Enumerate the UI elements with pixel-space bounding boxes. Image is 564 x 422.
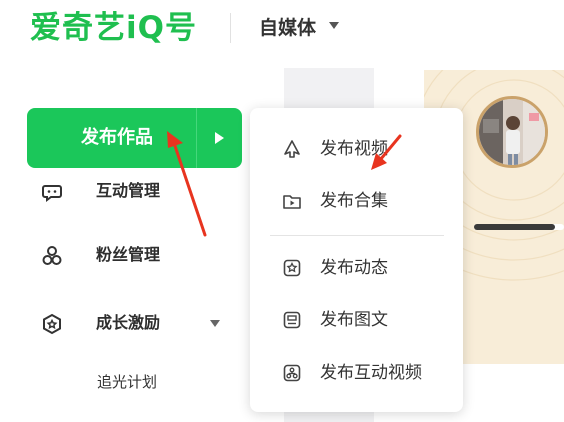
play-arrow-icon[interactable] [215, 132, 224, 144]
menu-item-publish-article[interactable]: 发布图文 [250, 300, 463, 340]
menu-item-label: 发布互动视频 [320, 363, 422, 383]
media-type-selector[interactable]: 自媒体 [259, 16, 316, 40]
badge-icon [40, 312, 64, 336]
menu-item-publish-status[interactable]: 发布动态 [250, 248, 463, 288]
article-icon [282, 310, 302, 330]
users-icon [40, 244, 64, 268]
sidebar-item-label: 互动管理 [96, 181, 161, 200]
chevron-down-icon[interactable] [210, 320, 220, 327]
menu-item-label: 发布视频 [320, 139, 388, 159]
menu-item-publish-interactive-video[interactable]: 发布互动视频 [250, 353, 463, 393]
growth-progress-fill [474, 224, 555, 230]
top-header: 爱奇艺iQ号 自媒体 [0, 0, 564, 62]
menu-item-publish-video[interactable]: 发布视频 [250, 129, 463, 169]
header-divider [230, 13, 231, 43]
growth-progress-bar [474, 224, 564, 230]
upload-icon [282, 139, 302, 159]
menu-item-label: 发布图文 [320, 310, 388, 330]
sidebar-item-label: 成长激励 [96, 313, 161, 332]
publish-dropdown-menu: 发布视频 发布合集 发布动态 发布图文 发布互动视频 [250, 108, 463, 412]
sidebar-subitem-zhuiguang[interactable]: 追光计划 [97, 372, 157, 392]
sidebar-item-label: 粉丝管理 [96, 245, 161, 264]
iqiyi-logo[interactable]: 爱奇艺iQ号 [30, 8, 197, 48]
status-icon [282, 258, 302, 278]
folder-play-icon [282, 191, 302, 211]
avatar-image [479, 99, 545, 165]
publish-work-button[interactable]: 发布作品 [27, 108, 242, 168]
button-divider [196, 108, 197, 168]
avatar[interactable] [476, 96, 548, 168]
interactive-video-icon [282, 363, 302, 383]
publish-work-label: 发布作品 [81, 127, 153, 148]
menu-item-publish-collection[interactable]: 发布合集 [250, 181, 463, 221]
menu-item-label: 发布合集 [320, 191, 388, 211]
chat-icon [40, 180, 64, 204]
menu-divider [270, 235, 444, 236]
chevron-down-icon[interactable] [329, 22, 339, 29]
menu-item-label: 发布动态 [320, 258, 388, 278]
